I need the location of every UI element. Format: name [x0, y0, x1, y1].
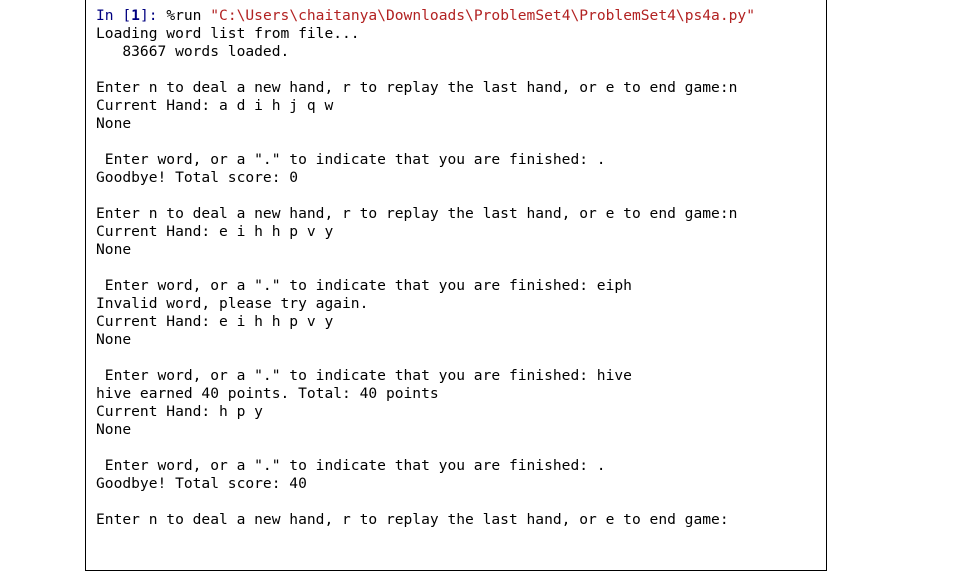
- input-prompt-line: In [1]: %run "C:\Users\chaitanya\Downloa…: [96, 7, 755, 25]
- output-line: Goodbye! Total score: 0: [96, 169, 299, 186]
- output-line: Enter word, or a "." to indicate that yo…: [96, 151, 606, 168]
- output-line: None: [96, 115, 132, 132]
- prompt-number: 1: [131, 7, 140, 24]
- prompt-prefix: In [: [96, 7, 132, 24]
- output-line: Enter word, or a "." to indicate that yo…: [96, 277, 632, 294]
- output-line: Enter word, or a "." to indicate that yo…: [96, 367, 632, 384]
- output-line: Current Hand: a d i h j q w: [96, 97, 334, 114]
- output-line: None: [96, 331, 132, 348]
- console-output: In [1]: %run "C:\Users\chaitanya\Downloa…: [96, 7, 755, 529]
- output-line: Loading word list from file...: [96, 25, 360, 42]
- output-line: Enter n to deal a new hand, r to replay …: [96, 205, 738, 222]
- output-line: Enter n to deal a new hand, r to replay …: [96, 79, 738, 96]
- output-line: Goodbye! Total score: 40: [96, 475, 307, 492]
- output-line: hive earned 40 points. Total: 40 points: [96, 385, 439, 402]
- output-line: Current Hand: e i h h p v y: [96, 223, 334, 240]
- output-line: Current Hand: h p y: [96, 403, 263, 420]
- output-line: Current Hand: e i h h p v y: [96, 313, 334, 330]
- output-line: Enter word, or a "." to indicate that yo…: [96, 457, 606, 474]
- ipython-console[interactable]: In [1]: %run "C:\Users\chaitanya\Downloa…: [85, 0, 827, 571]
- output-line: None: [96, 241, 132, 258]
- output-line: 83667 words loaded.: [96, 43, 290, 60]
- output-line: None: [96, 421, 132, 438]
- magic-command: %run: [166, 7, 211, 24]
- prompt-suffix: ]:: [139, 7, 167, 24]
- output-line: Invalid word, please try again.: [96, 295, 369, 312]
- output-line: Enter n to deal a new hand, r to replay …: [96, 511, 729, 528]
- script-path: "C:\Users\chaitanya\Downloads\ProblemSet…: [210, 7, 755, 24]
